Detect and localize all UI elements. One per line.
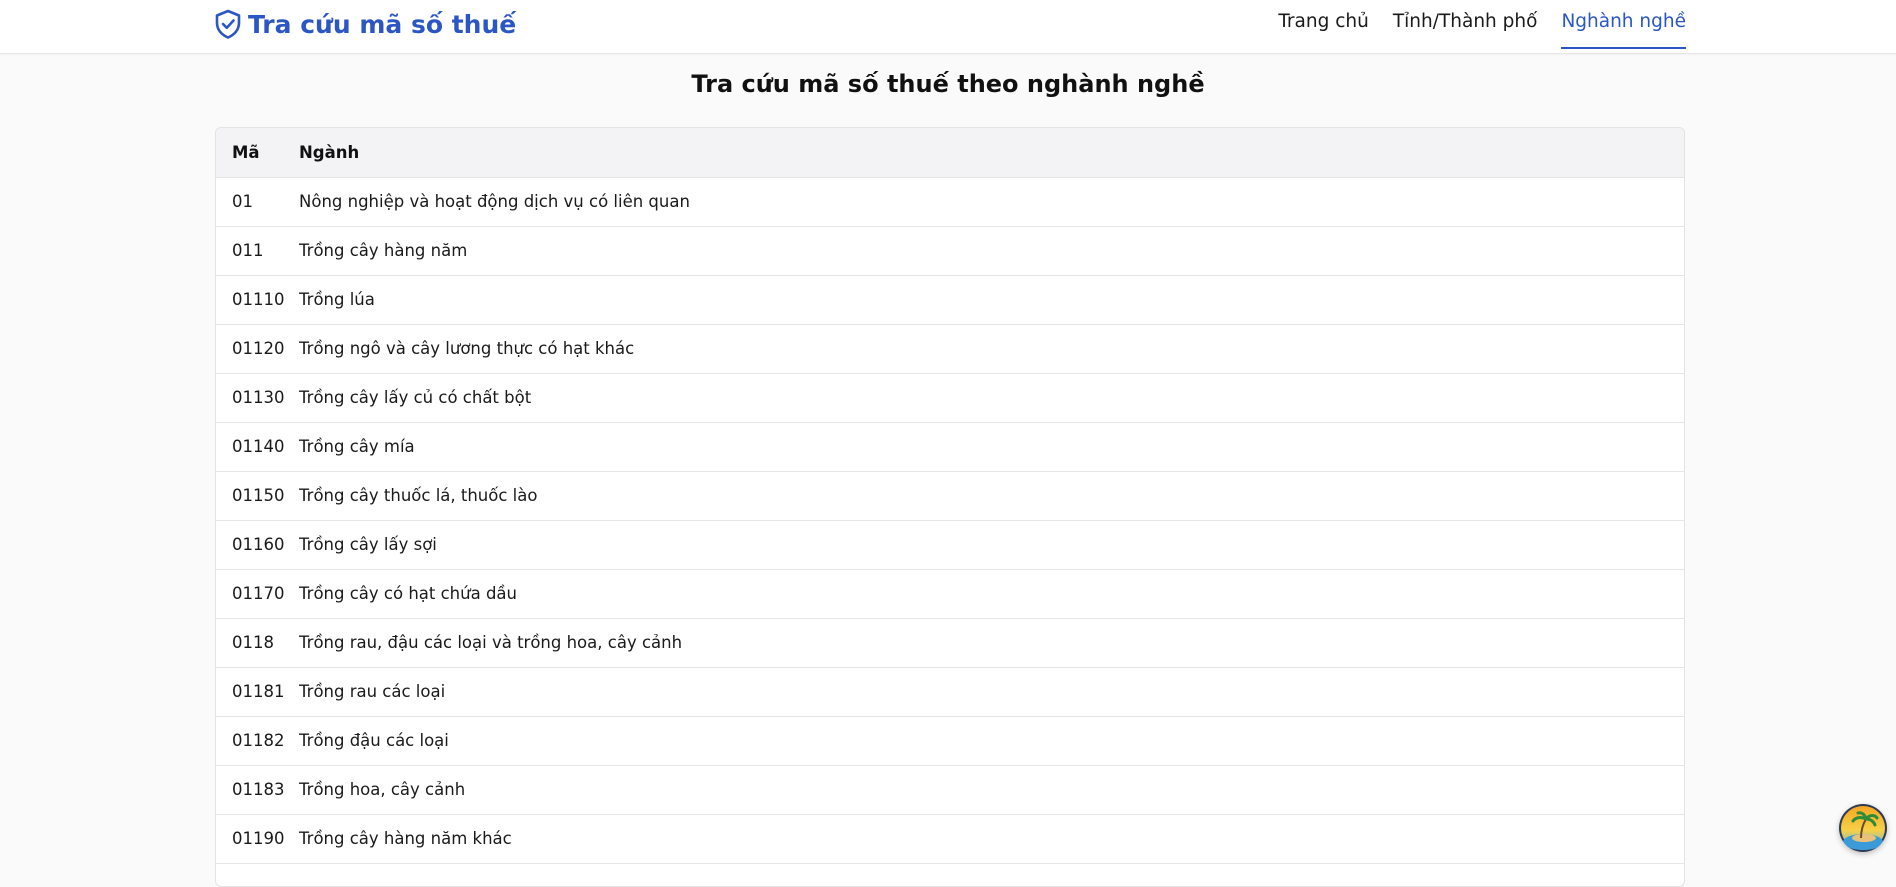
table-header-row: Mã Ngành xyxy=(216,128,1684,178)
top-navbar: Tra cứu mã số thuế Trang chủ Tỉnh/Thành … xyxy=(0,0,1896,54)
table-row[interactable]: 01130 Trồng cây lấy củ có chất bột xyxy=(216,373,1684,423)
nav-item-provinces[interactable]: Tỉnh/Thành phố xyxy=(1393,0,1538,49)
table-row[interactable]: 01181 Trồng rau các loại xyxy=(216,667,1684,717)
column-header-code: Mã xyxy=(216,128,299,178)
table-row[interactable]: 01110 Trồng lúa xyxy=(216,275,1684,325)
table-body: 01 Nông nghiệp và hoạt động dịch vụ có li… xyxy=(216,177,1684,864)
industry-code-cell: 01130 xyxy=(216,373,299,423)
column-header-industry: Ngành xyxy=(299,128,1684,178)
industry-code-cell: 01190 xyxy=(216,814,299,864)
industry-name-cell: Trồng hoa, cây cảnh xyxy=(299,765,1684,815)
industry-code-cell: 01120 xyxy=(216,324,299,374)
brand-title: Tra cứu mã số thuế xyxy=(248,9,517,39)
industry-code-cell: 01182 xyxy=(216,716,299,766)
table-row[interactable]: 01182 Trồng đậu các loại xyxy=(216,716,1684,766)
industry-code-cell: 01110 xyxy=(216,275,299,325)
industry-table: Mã Ngành 01 Nông nghiệp và hoạt động dịch… xyxy=(216,128,1684,864)
industry-name-cell: Trồng cây lấy củ có chất bột xyxy=(299,373,1684,423)
table-row[interactable]: 01160 Trồng cây lấy sợi xyxy=(216,520,1684,570)
industry-name-cell: Trồng cây thuốc lá, thuốc lào xyxy=(299,471,1684,521)
page-title: Tra cứu mã số thuế theo nghành nghề xyxy=(691,70,1205,98)
table-header: Mã Ngành xyxy=(216,128,1684,178)
industry-name-cell: Trồng cây hàng năm khác xyxy=(299,814,1684,864)
table-row[interactable]: 01140 Trồng cây mía xyxy=(216,422,1684,472)
nav-item-home[interactable]: Trang chủ xyxy=(1278,0,1369,49)
main-nav: Trang chủ Tỉnh/Thành phố Nghành nghề xyxy=(1278,0,1686,50)
industry-name-cell: Trồng cây có hạt chứa dầu xyxy=(299,569,1684,619)
industry-code-cell: 011 xyxy=(216,226,299,276)
table-row[interactable]: 01190 Trồng cây hàng năm khác xyxy=(216,814,1684,864)
industry-code-cell: 01150 xyxy=(216,471,299,521)
industry-name-cell: Nông nghiệp và hoạt động dịch vụ có liên… xyxy=(299,177,1684,227)
industry-name-cell: Trồng đậu các loại xyxy=(299,716,1684,766)
shield-check-icon xyxy=(214,9,242,39)
industry-code-cell: 01160 xyxy=(216,520,299,570)
industry-name-cell: Trồng lúa xyxy=(299,275,1684,325)
table-row[interactable]: 01183 Trồng hoa, cây cảnh xyxy=(216,765,1684,815)
chat-widget-button[interactable] xyxy=(1839,804,1887,852)
industry-code-cell: 01170 xyxy=(216,569,299,619)
industry-name-cell: Trồng rau, đậu các loại và trồng hoa, câ… xyxy=(299,618,1684,668)
table-row[interactable]: 01120 Trồng ngô và cây lương thực có hạt … xyxy=(216,324,1684,374)
table-row[interactable]: 01170 Trồng cây có hạt chứa dầu xyxy=(216,569,1684,619)
industry-name-cell: Trồng ngô và cây lương thực có hạt khác xyxy=(299,324,1684,374)
industry-code-cell: 01140 xyxy=(216,422,299,472)
industry-name-cell: Trồng cây lấy sợi xyxy=(299,520,1684,570)
industry-code-cell: 0118 xyxy=(216,618,299,668)
industry-table-card: Mã Ngành 01 Nông nghiệp và hoạt động dịch… xyxy=(215,127,1685,887)
industry-name-cell: Trồng cây hàng năm xyxy=(299,226,1684,276)
industry-name-cell: Trồng cây mía xyxy=(299,422,1684,472)
industry-code-cell: 01183 xyxy=(216,765,299,815)
industry-code-cell: 01 xyxy=(216,177,299,227)
brand-link[interactable]: Tra cứu mã số thuế xyxy=(214,7,516,41)
table-row[interactable]: 01 Nông nghiệp và hoạt động dịch vụ có li… xyxy=(216,177,1684,227)
nav-item-industries[interactable]: Nghành nghề xyxy=(1561,0,1686,49)
industry-code-cell: 01181 xyxy=(216,667,299,717)
table-row[interactable]: 0118 Trồng rau, đậu các loại và trồng hoa… xyxy=(216,618,1684,668)
island-avatar-icon xyxy=(1841,806,1885,850)
table-row[interactable]: 011 Trồng cây hàng năm xyxy=(216,226,1684,276)
table-row[interactable]: 01150 Trồng cây thuốc lá, thuốc lào xyxy=(216,471,1684,521)
industry-name-cell: Trồng rau các loại xyxy=(299,667,1684,717)
